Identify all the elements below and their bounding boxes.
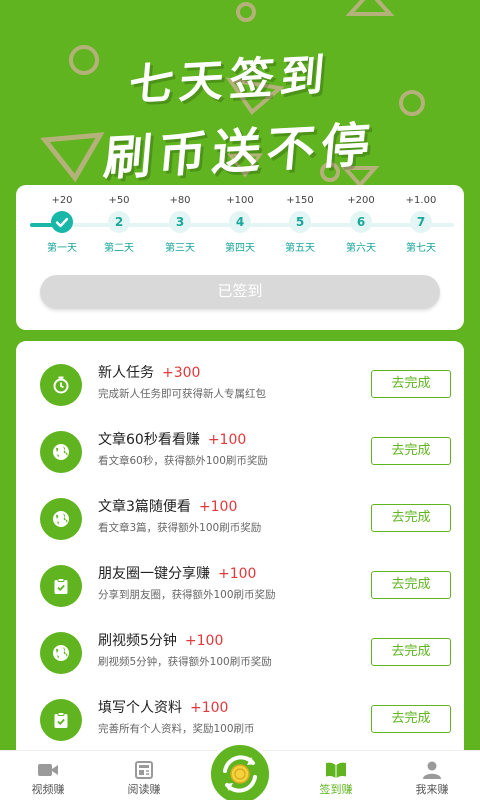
- day-label: 第七天: [406, 243, 436, 254]
- checkin-days: +20 第一天 +50 2 第二天 +80 3 第三天 +100 4 第四天 +…: [16, 185, 464, 265]
- task-title: 填写个人资料 +100: [98, 697, 228, 717]
- user-icon: [423, 761, 441, 779]
- task-description: 完成新人任务即可获得新人专属红包: [98, 388, 266, 400]
- task-description: 完善所有个人资料，奖励100刷币: [98, 723, 255, 735]
- task-description: 分享到朋友圈，获得额外100刷币奖励: [98, 589, 276, 601]
- day-label: 第二天: [104, 243, 134, 254]
- task-points: +100: [184, 633, 224, 649]
- task-row: 新人任务 +300 完成新人任务即可获得新人专属红包 去完成: [16, 352, 464, 419]
- complete-task-button[interactable]: 去完成: [371, 705, 451, 733]
- task-name: 填写个人资料: [98, 700, 182, 716]
- task-row: 文章60秒看看赚 +100 看文章60秒，获得额外100刷币奖励 去完成: [16, 419, 464, 486]
- day-2: +50 2 第二天: [89, 193, 149, 254]
- day-number: 4: [229, 211, 251, 233]
- tab-label: 签到赚: [319, 783, 353, 796]
- globe-icon: [40, 498, 82, 540]
- open-book-icon: [326, 762, 346, 778]
- hero-title-line1: 七天签到: [126, 49, 333, 112]
- day-bonus: +1.00: [405, 195, 437, 206]
- task-description: 刷视频5分钟，获得额外100刷币奖励: [98, 656, 272, 668]
- newspaper-icon: [135, 761, 153, 779]
- tab-label: 阅读赚: [127, 783, 161, 796]
- day-bonus: +80: [169, 195, 191, 206]
- task-row: 文章3篇随便看 +100 看文章3篇，获得额外100刷币奖励 去完成: [16, 486, 464, 553]
- complete-task-button[interactable]: 去完成: [371, 638, 451, 666]
- day-number: 2: [108, 211, 130, 233]
- day-number: 6: [350, 211, 372, 233]
- day-label: 第三天: [165, 243, 195, 254]
- clipboard-check-icon: [40, 699, 82, 741]
- task-title: 文章3篇随便看 +100: [98, 496, 237, 516]
- coin-refresh-icon: [223, 755, 257, 793]
- task-points: +100: [218, 566, 257, 582]
- task-title: 刷视频5分钟 +100: [98, 630, 223, 650]
- day-4: +100 4 第四天: [210, 193, 270, 254]
- day-3: +80 3 第三天: [150, 193, 210, 254]
- day-5: +150 5 第五天: [270, 193, 330, 254]
- task-name: 文章60秒看看赚: [98, 432, 200, 448]
- complete-task-button[interactable]: 去完成: [371, 370, 451, 398]
- complete-task-button[interactable]: 去完成: [371, 504, 451, 532]
- day-number: 5: [289, 211, 311, 233]
- checkin-card: +20 第一天 +50 2 第二天 +80 3 第三天 +100 4 第四天 +…: [16, 185, 464, 330]
- task-points: +100: [207, 432, 247, 448]
- task-name: 新人任务: [98, 365, 154, 381]
- task-title: 朋友圈一键分享赚 +100: [98, 563, 256, 583]
- tab-video-earn[interactable]: 视频赚: [0, 751, 96, 800]
- day-7: +1.00 7 第七天: [391, 193, 451, 254]
- complete-task-button[interactable]: 去完成: [371, 571, 451, 599]
- task-name: 朋友圈一键分享赚: [98, 566, 210, 582]
- tab-label: 我来赚: [415, 783, 449, 796]
- day-number: 3: [169, 211, 191, 233]
- tab-checkin-earn[interactable]: 签到赚: [288, 751, 384, 800]
- task-row: 刷视频5分钟 +100 刷视频5分钟，获得额外100刷币奖励 去完成: [16, 620, 464, 687]
- task-name: 文章3篇随便看: [98, 499, 191, 515]
- day-1: +20 第一天: [32, 193, 92, 254]
- complete-task-button[interactable]: 去完成: [371, 437, 451, 465]
- task-title: 文章60秒看看赚 +100: [98, 429, 246, 449]
- tab-my-earn[interactable]: 我来赚: [384, 751, 480, 800]
- day-label: 第六天: [346, 243, 376, 254]
- task-points: +100: [190, 700, 229, 716]
- task-list: 新人任务 +300 完成新人任务即可获得新人专属红包 去完成 文章60秒看看赚 +1…: [16, 341, 464, 761]
- signed-in-button[interactable]: 已签到: [40, 275, 440, 309]
- day-bonus: +150: [286, 195, 314, 206]
- day-bonus: +50: [108, 195, 130, 206]
- day-number: 7: [410, 211, 432, 233]
- day-label: 第四天: [225, 243, 255, 254]
- day-label: 第一天: [47, 243, 77, 254]
- clipboard-check-icon: [40, 565, 82, 607]
- day-bonus: +100: [226, 195, 254, 206]
- tab-read-earn[interactable]: 阅读赚: [96, 751, 192, 800]
- tab-label: 视频赚: [31, 783, 65, 796]
- task-points: +100: [198, 499, 238, 515]
- day-label: 第五天: [285, 243, 315, 254]
- hero-title-line2: 刷币送不停: [101, 116, 378, 185]
- task-title: 新人任务 +300: [98, 362, 200, 382]
- task-points: +300: [162, 365, 201, 381]
- task-row: 朋友圈一键分享赚 +100 分享到朋友圈，获得额外100刷币奖励 去完成: [16, 553, 464, 620]
- day-bonus: +200: [347, 195, 375, 206]
- task-description: 看文章60秒，获得额外100刷币奖励: [98, 455, 268, 467]
- check-icon: [51, 211, 73, 233]
- day-6: +200 6 第六天: [331, 193, 391, 254]
- center-action-button[interactable]: [208, 742, 272, 800]
- globe-icon: [40, 431, 82, 473]
- globe-icon: [40, 632, 82, 674]
- task-description: 看文章3篇，获得额外100刷币奖励: [98, 522, 262, 534]
- video-camera-icon: [38, 764, 58, 776]
- task-name: 刷视频5分钟: [98, 633, 177, 649]
- hero-banner: 七天签到 刷币送不停: [0, 0, 480, 185]
- stopwatch-icon: [40, 364, 82, 406]
- day-bonus: +20: [51, 195, 73, 206]
